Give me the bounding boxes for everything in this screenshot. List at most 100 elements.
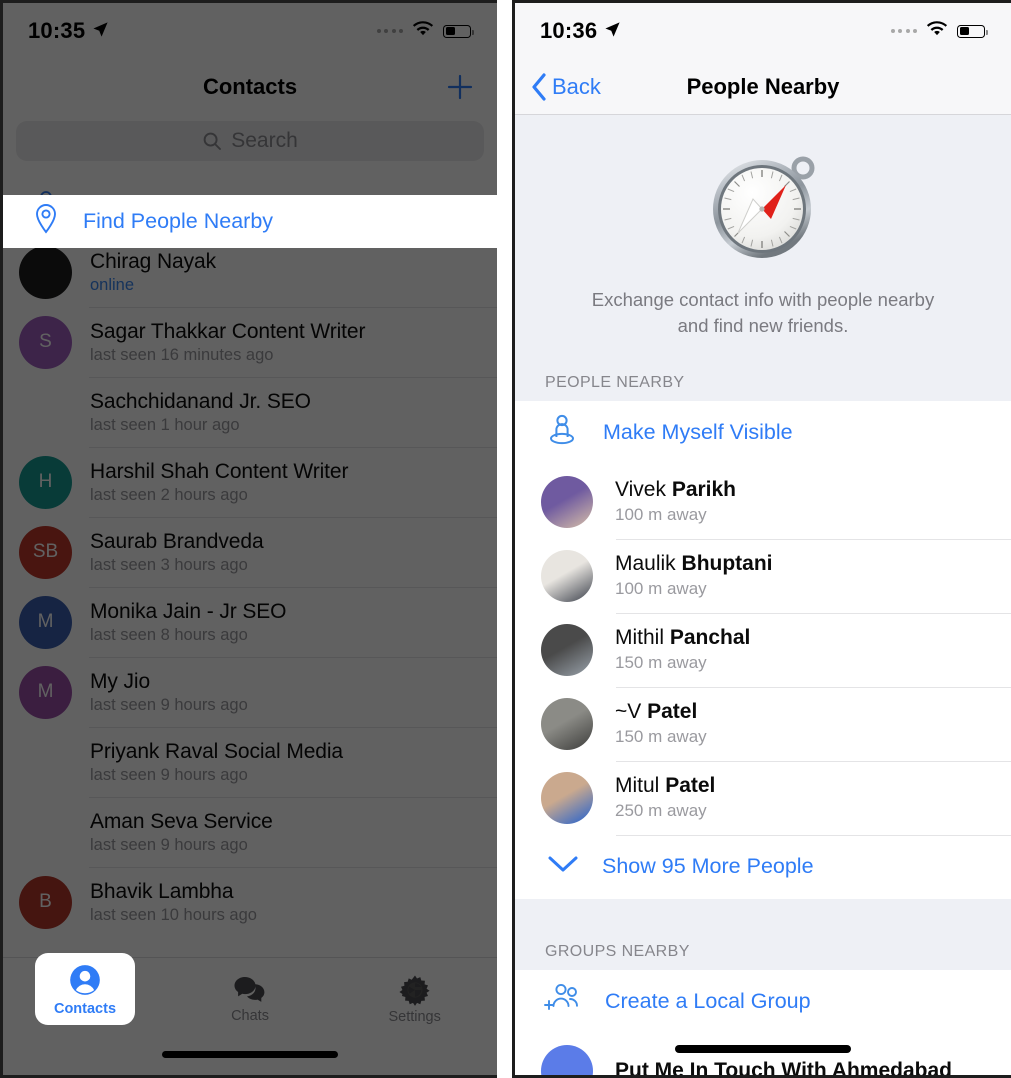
contact-name: Sagar Thakkar Content Writer (90, 319, 366, 343)
tab-chats[interactable]: Chats (168, 958, 333, 1040)
find-people-nearby-label: Find People Nearby (83, 209, 274, 233)
screenshot-stage: 10:35 Contacts Search Chirag Nayak onlin… (0, 0, 1011, 1078)
tab-contacts-active-label: Contacts (53, 1000, 117, 1017)
section-header-people-nearby: PEOPLE NEARBY (515, 339, 1011, 401)
contact-text: Monika Jain - Jr SEO last seen 8 hours ag… (90, 600, 287, 645)
page-title-right: People Nearby (686, 73, 840, 99)
section-header-groups-nearby: GROUPS NEARBY (515, 898, 1011, 970)
contact-row[interactable]: SB Saurab Brandveda last seen 3 hours ago (3, 517, 497, 587)
contact-status: last seen 9 hours ago (90, 695, 248, 714)
hero-desc-line2: and find new friends. (677, 315, 849, 337)
show-more-people-label: Show 95 More People (602, 854, 814, 879)
make-myself-visible-row[interactable]: Make Myself Visible (515, 401, 1011, 465)
avatar (19, 245, 72, 299)
person-first-name: ~V (615, 700, 648, 724)
gear-icon (399, 975, 430, 1006)
group-text: Put Me In Touch With Ahmedabad (615, 1058, 952, 1078)
tab-contacts-active-chip[interactable]: Contacts (35, 953, 135, 1025)
person-text: Mithil Panchal 150 m away (615, 626, 750, 673)
contact-row[interactable]: M My Jio last seen 9 hours ago (3, 657, 497, 727)
person-nearby-row[interactable]: ~V Patel 150 m away (515, 686, 1011, 761)
contact-status: online (90, 275, 135, 294)
location-arrow-icon (92, 18, 109, 44)
contact-name: Harshil Shah Content Writer (90, 459, 349, 483)
person-first-name: Mithil (615, 626, 670, 650)
person-distance: 100 m away (615, 505, 707, 525)
cellular-dots-icon (890, 29, 917, 33)
tab-settings[interactable]: Settings (332, 958, 497, 1040)
avatar (541, 549, 593, 602)
avatar (541, 623, 593, 676)
avatar (19, 806, 72, 859)
contact-status: last seen 2 hours ago (90, 485, 248, 504)
avatar (19, 736, 72, 789)
chevron-left-icon (532, 72, 546, 101)
chat-bubbles-icon (234, 976, 265, 1002)
status-time: 10:35 (28, 18, 86, 43)
avatar: M (19, 595, 72, 649)
hero-desc-line1: Exchange contact info with people nearby (591, 289, 935, 310)
battery-icon (957, 24, 988, 38)
contact-name: Bhavik Lambha (90, 879, 234, 903)
search-placeholder: Search (231, 129, 298, 152)
wifi-icon (412, 20, 434, 42)
contact-status: last seen 8 hours ago (90, 625, 248, 644)
back-label: Back (552, 73, 601, 99)
contact-row[interactable]: Aman Seva Service last seen 9 hours ago (3, 797, 497, 867)
contact-status: last seen 1 hour ago (90, 415, 240, 434)
back-button[interactable]: Back (531, 72, 601, 101)
contact-status: last seen 16 minutes ago (90, 345, 274, 364)
create-local-group-row[interactable]: Create a Local Group (515, 970, 1011, 1034)
status-bar-right-group (376, 20, 474, 42)
person-nearby-row[interactable]: Vivek Parikh 100 m away (515, 465, 1011, 539)
contact-row[interactable]: S Sagar Thakkar Content Writer last seen 1… (3, 307, 497, 377)
contact-text: Aman Seva Service last seen 9 hours ago (90, 810, 273, 855)
contact-row[interactable]: Priyank Raval Social Media last seen 9 ho… (3, 727, 497, 797)
person-first-name: Mitul (615, 774, 666, 798)
cellular-dots-icon (376, 29, 403, 33)
people-nearby-screen: 10:36 Back People Nearby Exchange contac… (512, 0, 1011, 1078)
person-text: Maulik Bhuptani 100 m away (615, 552, 773, 599)
contact-row[interactable]: M Monika Jain - Jr SEO last seen 8 hours a… (3, 587, 497, 657)
add-group-icon (543, 982, 583, 1021)
contact-text: Bhavik Lambha last seen 10 hours ago (90, 880, 257, 925)
status-bar-left: 10:35 (3, 3, 497, 59)
avatar (541, 697, 593, 750)
contact-row[interactable]: Sachchidanand Jr. SEO last seen 1 hour ag… (3, 377, 497, 447)
search-input[interactable]: Search (16, 121, 484, 161)
contact-status: last seen 3 hours ago (90, 555, 248, 574)
person-nearby-row[interactable]: Maulik Bhuptani 100 m away (515, 538, 1011, 613)
page-title: Contacts (202, 74, 298, 99)
home-indicator-left (162, 1051, 338, 1058)
search-container: Search (3, 115, 497, 175)
contact-row[interactable]: B Bhavik Lambha last seen 10 hours ago (3, 867, 497, 937)
hero-description: Exchange contact info with people nearby… (515, 271, 1011, 340)
contact-text: Chirag Nayak online (90, 250, 216, 295)
battery-icon (443, 24, 474, 38)
contacts-screen: 10:35 Contacts Search Chirag Nayak onlin… (0, 0, 497, 1078)
person-nearby-row[interactable]: Mithil Panchal 150 m away (515, 612, 1011, 687)
nav-bar-people-nearby: Back People Nearby (515, 59, 1011, 115)
status-bar-right: 10:36 (515, 3, 1011, 59)
person-distance: 100 m away (615, 579, 707, 599)
avatar: M (19, 665, 72, 719)
group-name: Put Me In Touch With Ahmedabad (615, 1058, 952, 1078)
person-last-name: Panchal (669, 626, 751, 650)
avatar: SB (19, 525, 72, 579)
show-more-people-row[interactable]: Show 95 More People (515, 834, 1011, 899)
person-nearby-row[interactable]: Mitul Patel 250 m away (515, 760, 1011, 835)
person-text: Vivek Parikh 100 m away (615, 478, 736, 525)
nav-bar-contacts: Contacts (3, 59, 497, 115)
contact-row[interactable]: H Harshil Shah Content Writer last seen 2 … (3, 447, 497, 517)
add-contact-button[interactable] (443, 70, 477, 104)
person-distance: 150 m away (615, 727, 707, 747)
contact-name: Sachchidanand Jr. SEO (90, 389, 311, 413)
group-nearby-row[interactable]: Put Me In Touch With Ahmedabad (515, 1034, 1011, 1078)
find-people-nearby-row[interactable]: Find People Nearby (3, 195, 497, 248)
person-on-location-icon (543, 411, 581, 454)
contact-text: My Jio last seen 9 hours ago (90, 670, 248, 715)
hero-section: Exchange contact info with people nearby… (515, 115, 1011, 340)
contact-text: Sachchidanand Jr. SEO last seen 1 hour ag… (90, 390, 311, 435)
person-last-name: Patel (647, 700, 698, 724)
people-nearby-list: Make Myself Visible Vivek Parikh 100 m aw… (515, 400, 1011, 899)
